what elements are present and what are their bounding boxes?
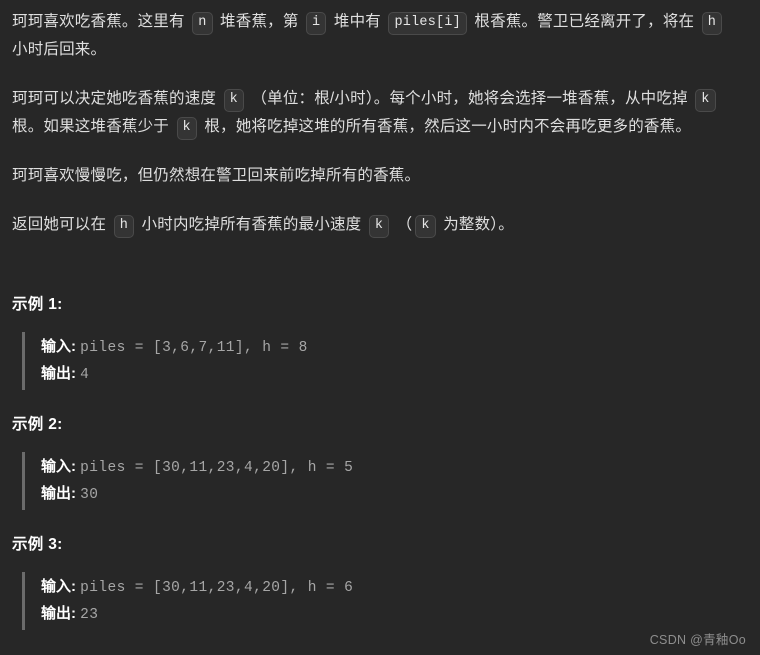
example-output-value: 23 (80, 607, 99, 623)
example-output-line: 输出: 23 (41, 601, 744, 628)
problem-description-page: 珂珂喜欢吃香蕉。这里有 n 堆香蕉，第 i 堆中有 piles[i] 根香蕉。警… (0, 0, 760, 630)
example-input-value: piles = [3,6,7,11], h = 8 (80, 340, 308, 356)
examples-list: 示例 1: 输入: piles = [3,6,7,11], h = 8 输出: 4示… (12, 294, 744, 630)
paragraph-text: 返回她可以在 (12, 216, 111, 233)
paragraph-eating-speed-rules: 珂珂可以决定她吃香蕉的速度 k （单位：根/小时）。每个小时，她将会选择一堆香蕉… (12, 85, 744, 141)
example-output-label: 输出: (41, 485, 76, 502)
paragraph-text: 小时后回来。 (12, 41, 107, 58)
example-block-1: 示例 1: 输入: piles = [3,6,7,11], h = 8 输出: 4 (12, 294, 744, 390)
example-quote: 输入: piles = [30,11,23,4,20], h = 5 输出: 30 (22, 452, 744, 510)
inline-code-chip: k (176, 117, 197, 140)
paragraph-text: 堆香蕉，第 (215, 13, 304, 30)
example-block-2: 示例 2: 输入: piles = [30,11,23,4,20], h = 5输… (12, 414, 744, 510)
inline-code-chip: k (695, 89, 716, 112)
example-quote: 输入: piles = [3,6,7,11], h = 8 输出: 4 (22, 332, 744, 390)
example-title: 示例 3: (12, 536, 63, 553)
csdn-watermark: CSDN @青釉Oo (649, 633, 746, 647)
inline-code-chip: n (192, 12, 213, 35)
paragraph-text: 小时内吃掉所有香蕉的最小速度 (137, 216, 366, 233)
example-output-line: 输出: 4 (41, 361, 744, 388)
example-input-label: 输入: (41, 578, 76, 595)
example-output-label: 输出: (41, 605, 76, 622)
paragraph-text: （单位：根/小时）。每个小时，她将会选择一堆香蕉，从中吃掉 (246, 90, 693, 107)
paragraph-text: 为整数）。 (438, 216, 514, 233)
inline-code-chip: k (415, 215, 436, 238)
example-block-3: 示例 3: 输入: piles = [30,11,23,4,20], h = 6输… (12, 534, 744, 630)
example-output-value: 30 (80, 487, 99, 503)
paragraph-text: 珂珂喜欢吃香蕉。这里有 (12, 13, 190, 30)
inline-code-chip: i (306, 12, 327, 35)
example-title: 示例 2: (12, 416, 63, 433)
inline-code-chip: h (113, 215, 135, 238)
paragraph-slow-eating-note: 珂珂喜欢慢慢吃，但仍然想在警卫回来前吃掉所有的香蕉。 (12, 162, 744, 190)
paragraph-text: 根，她将吃掉这堆的所有香蕉，然后这一小时内不会再吃更多的香蕉。 (199, 118, 692, 135)
example-input-value: piles = [30,11,23,4,20], h = 6 (80, 580, 354, 596)
paragraph-text: 根香蕉。警卫已经离开了，将在 (469, 13, 699, 30)
paragraph-text: （ (392, 216, 413, 233)
paragraph-list: 珂珂喜欢吃香蕉。这里有 n 堆香蕉，第 i 堆中有 piles[i] 根香蕉。警… (12, 8, 744, 239)
paragraph-text: 珂珂喜欢慢慢吃，但仍然想在警卫回来前吃掉所有的香蕉。 (12, 167, 421, 184)
inline-code-chip: k (223, 89, 244, 112)
example-quote: 输入: piles = [30,11,23,4,20], h = 6 输出: 23 (22, 572, 744, 630)
example-input-line: 输入: piles = [30,11,23,4,20], h = 6 (41, 574, 744, 601)
example-output-label: 输出: (41, 365, 76, 382)
example-title: 示例 1: (12, 296, 63, 313)
inline-code-chip: piles[i] (388, 12, 467, 35)
example-output-line: 输出: 30 (41, 481, 744, 508)
example-output-value: 4 (80, 367, 90, 383)
inline-code-chip: h (701, 12, 723, 35)
example-input-line: 输入: piles = [30,11,23,4,20], h = 5 (41, 454, 744, 481)
example-input-label: 输入: (41, 458, 76, 475)
paragraph-return-requirement: 返回她可以在 h 小时内吃掉所有香蕉的最小速度 k （k 为整数）。 (12, 211, 744, 239)
example-input-value: piles = [30,11,23,4,20], h = 5 (80, 460, 354, 476)
inline-code-chip: k (368, 215, 390, 238)
paragraph-problem-statement: 珂珂喜欢吃香蕉。这里有 n 堆香蕉，第 i 堆中有 piles[i] 根香蕉。警… (12, 8, 744, 64)
paragraph-text: 珂珂可以决定她吃香蕉的速度 (12, 90, 221, 107)
paragraph-text: 根。如果这堆香蕉少于 (12, 118, 174, 135)
example-input-line: 输入: piles = [3,6,7,11], h = 8 (41, 334, 744, 361)
example-input-label: 输入: (41, 338, 76, 355)
paragraph-text: 堆中有 (329, 13, 386, 30)
